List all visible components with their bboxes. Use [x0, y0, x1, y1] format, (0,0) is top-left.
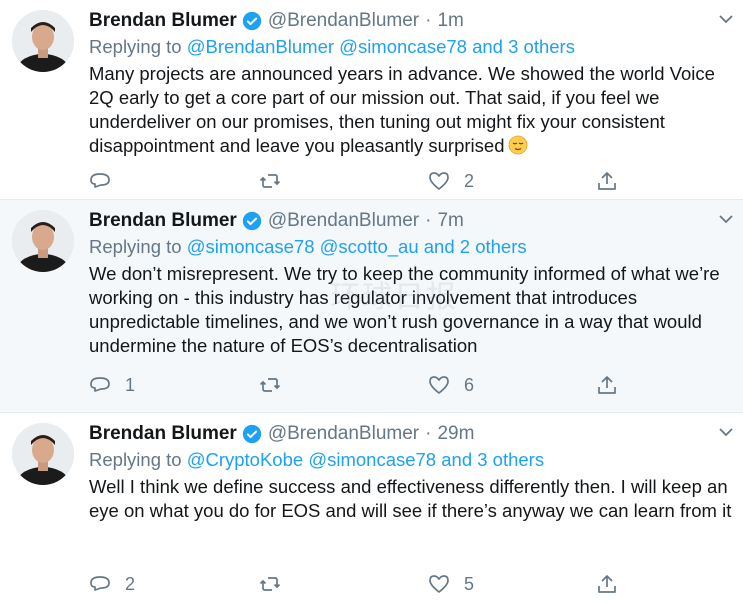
like-count: 5: [464, 573, 475, 594]
chevron-down-icon[interactable]: [717, 210, 735, 228]
replying-prefix: Replying to: [89, 449, 182, 470]
like-icon: [429, 376, 449, 394]
tweet[interactable]: Brendan Blumer @BrendanBlumer · 1m Reply…: [0, 0, 743, 200]
like-count: 2: [464, 170, 475, 191]
timestamp[interactable]: 1m: [437, 10, 463, 32]
replying-to-users[interactable]: @CryptoKobe @simoncase78 and 3 others: [187, 449, 544, 470]
avatar[interactable]: [12, 10, 74, 72]
chevron-down-icon[interactable]: [717, 10, 735, 28]
separator: ·: [425, 10, 432, 31]
retweet-icon: [259, 174, 281, 188]
separator: ·: [425, 423, 432, 444]
tweet[interactable]: Brendan Blumer @BrendanBlumer · 29m Repl…: [0, 413, 743, 603]
replying-prefix: Replying to: [89, 36, 182, 57]
like-icon: [429, 575, 449, 593]
reply-icon: [90, 377, 110, 392]
author-handle[interactable]: @BrendanBlumer: [268, 210, 419, 232]
author-name[interactable]: Brendan Blumer: [89, 10, 237, 32]
chevron-down-icon[interactable]: [717, 423, 735, 441]
tweet[interactable]: Brendan Blumer @BrendanBlumer · 7m Reply…: [0, 200, 743, 413]
like-icon: [429, 172, 449, 190]
tweet-text-body: Well I think we define success and effec…: [89, 476, 732, 521]
share-button[interactable]: [596, 170, 618, 192]
verified-badge-icon: [242, 424, 261, 444]
author-handle[interactable]: @BrendanBlumer: [268, 10, 419, 32]
share-icon: [598, 376, 616, 394]
reply-button[interactable]: 2: [89, 573, 135, 595]
tweet-text: We don’t misrepresent. We try to keep th…: [89, 262, 734, 358]
separator: ·: [425, 210, 432, 231]
share-icon: [598, 172, 616, 190]
tweet-text-body: Many projects are announced years in adv…: [89, 63, 715, 156]
author-name[interactable]: Brendan Blumer: [89, 423, 237, 445]
retweet-icon: [259, 378, 281, 392]
retweet-icon: [259, 577, 281, 591]
reply-count: 2: [125, 573, 136, 594]
like-button[interactable]: 2: [428, 170, 474, 192]
timestamp[interactable]: 29m: [437, 423, 474, 445]
reply-button[interactable]: 1: [89, 374, 135, 396]
verified-badge-icon: [242, 211, 261, 231]
share-icon: [598, 575, 616, 593]
verified-badge-icon: [242, 11, 261, 31]
reply-icon: [90, 173, 110, 188]
replying-to-users[interactable]: @BrendanBlumer @simoncase78 and 3 others: [187, 36, 575, 57]
avatar[interactable]: [12, 423, 74, 485]
like-button[interactable]: 5: [428, 573, 474, 595]
author-name[interactable]: Brendan Blumer: [89, 210, 237, 232]
share-button[interactable]: [596, 374, 618, 396]
like-count: 6: [464, 374, 475, 395]
replying-to: Replying to @BrendanBlumer @simoncase78 …: [89, 34, 731, 60]
tweet-text: Many projects are announced years in adv…: [89, 62, 734, 158]
replying-to: Replying to @simoncase78 @scotto_au and …: [89, 234, 731, 260]
like-button[interactable]: 6: [428, 374, 474, 396]
reply-icon: [90, 576, 110, 591]
retweet-button[interactable]: [259, 374, 295, 396]
timestamp[interactable]: 7m: [437, 210, 463, 232]
share-button[interactable]: [596, 573, 618, 595]
reply-count: 1: [125, 374, 136, 395]
avatar[interactable]: [12, 210, 74, 272]
relieved-face-emoji: [509, 135, 528, 155]
replying-to-users[interactable]: @simoncase78 @scotto_au and 2 others: [187, 236, 527, 257]
tweet-text: Well I think we define success and effec…: [89, 475, 734, 523]
reply-button[interactable]: [89, 170, 125, 192]
replying-to: Replying to @CryptoKobe @simoncase78 and…: [89, 447, 731, 473]
replying-prefix: Replying to: [89, 236, 182, 257]
retweet-button[interactable]: [259, 573, 295, 595]
retweet-button[interactable]: [259, 170, 295, 192]
author-handle[interactable]: @BrendanBlumer: [268, 423, 419, 445]
tweet-text-body: We don’t misrepresent. We try to keep th…: [89, 263, 720, 356]
